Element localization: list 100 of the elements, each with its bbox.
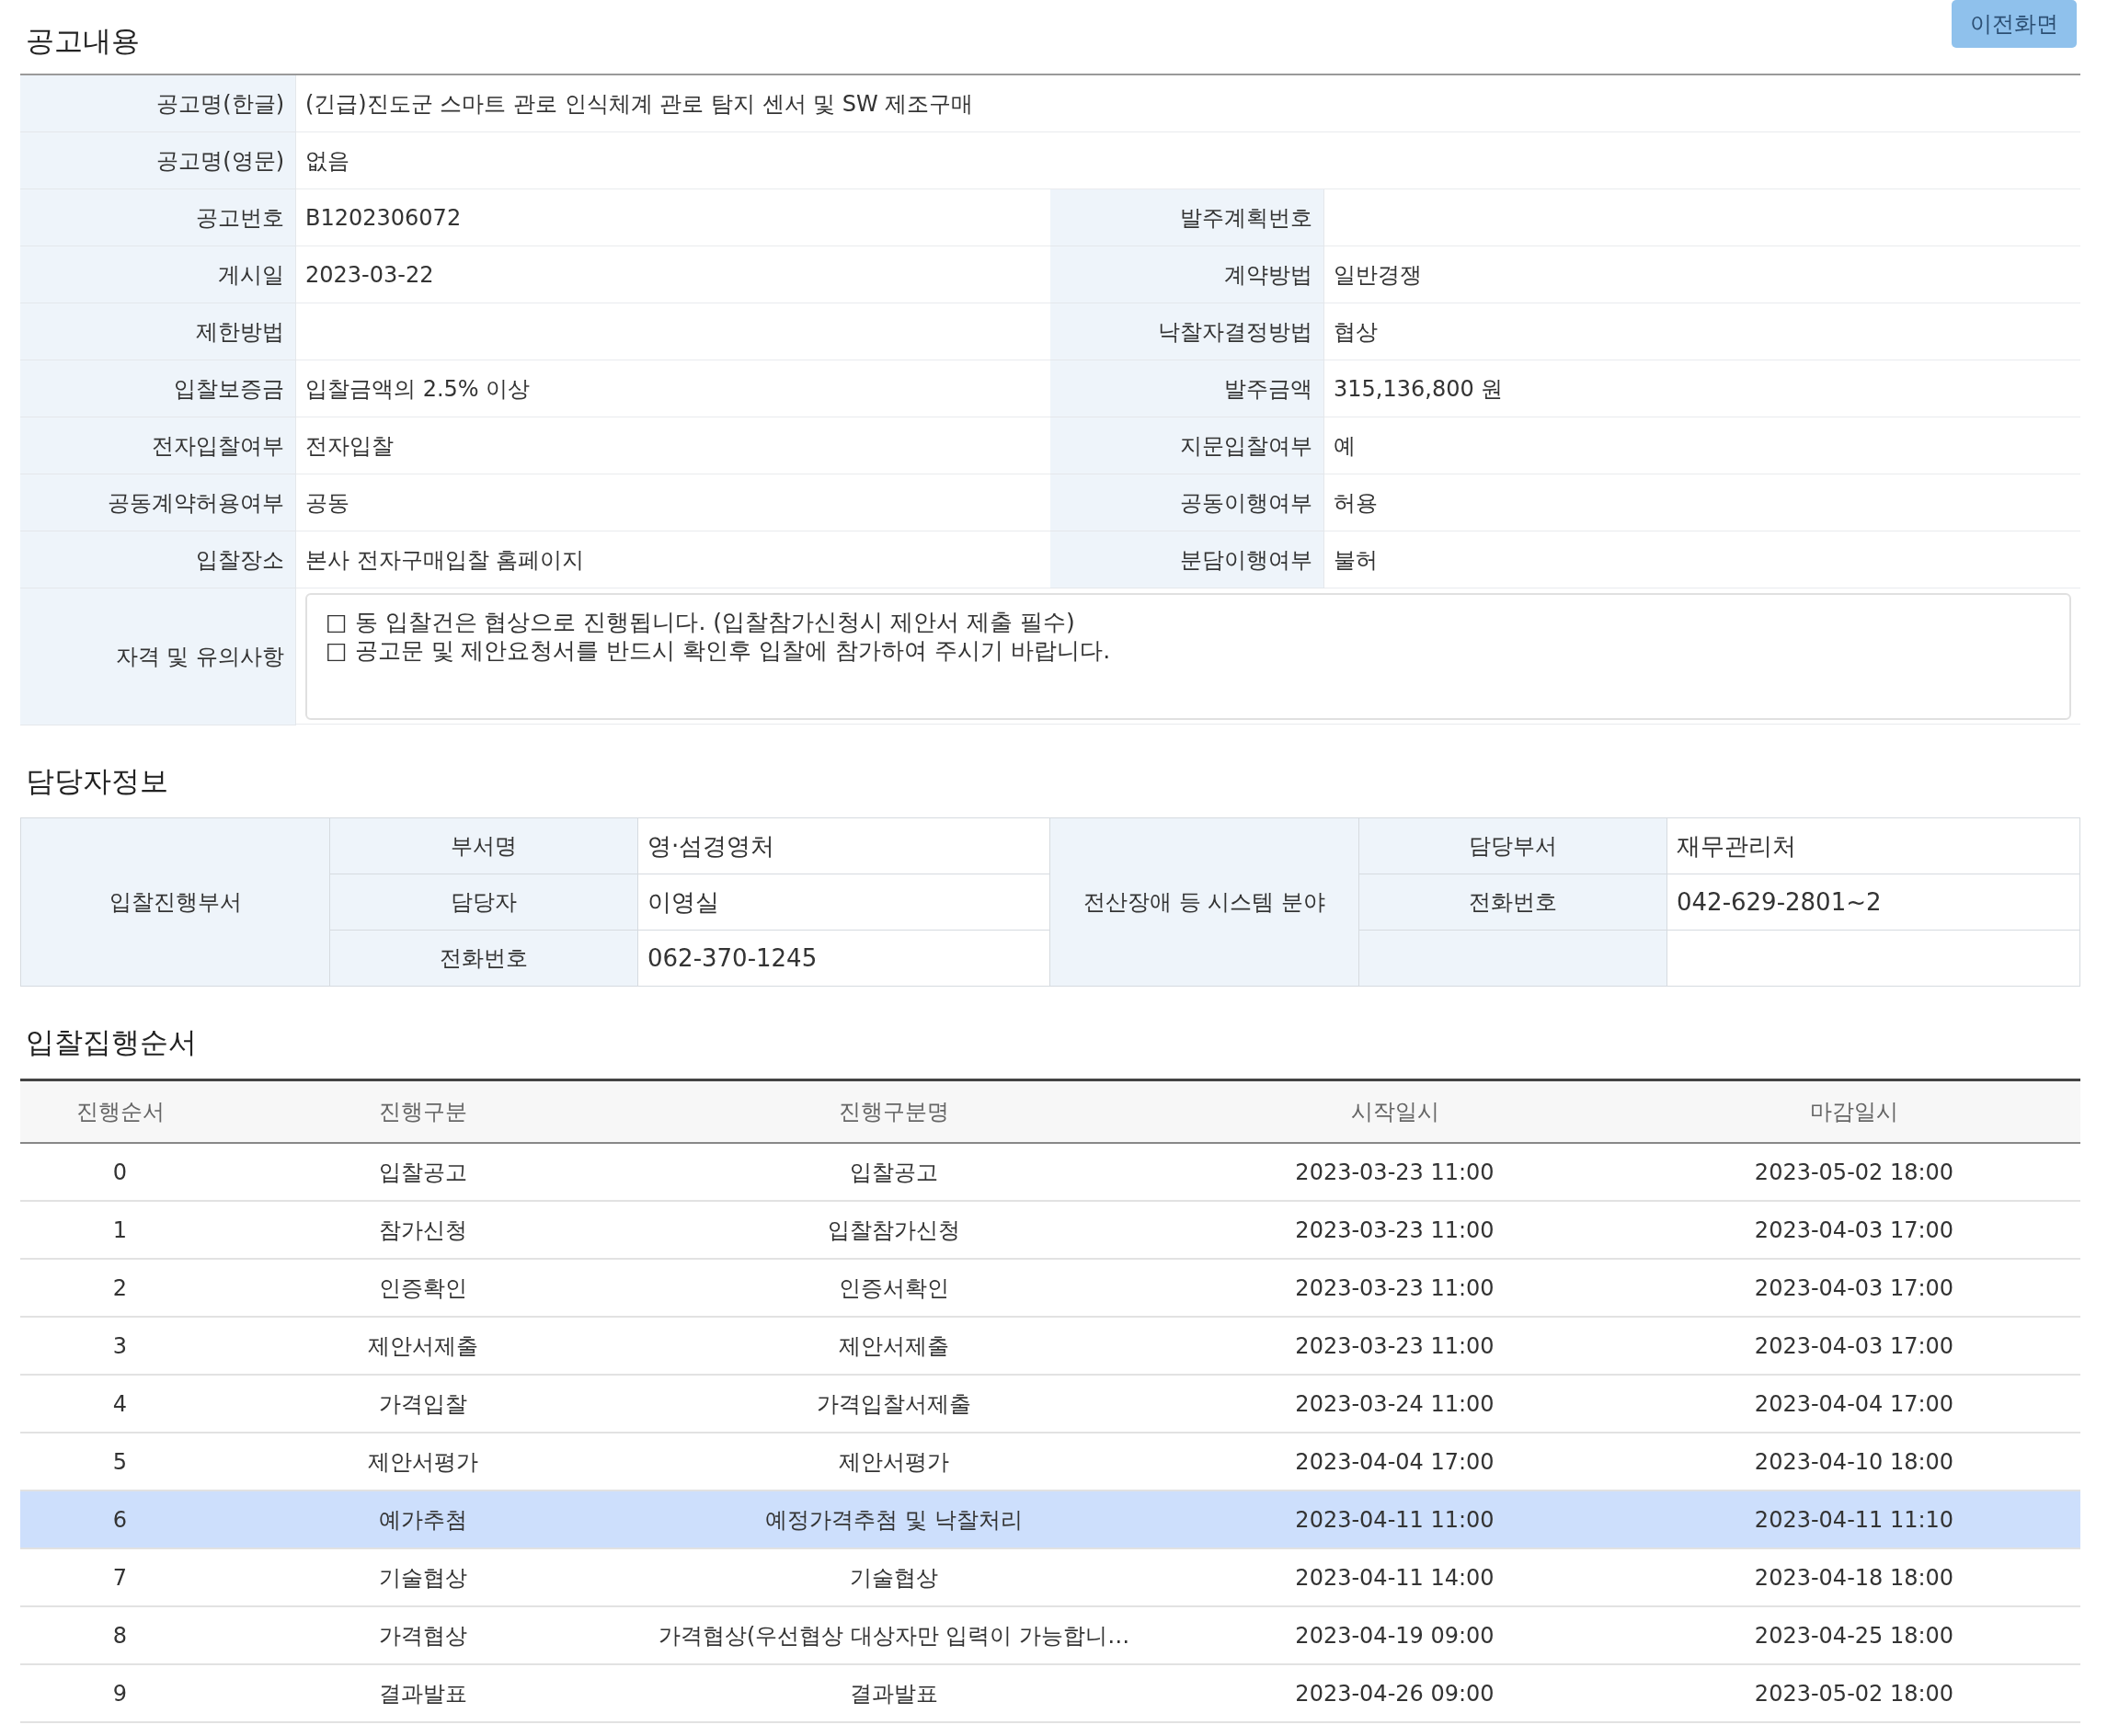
table-cell: 2023-03-23 11:00 xyxy=(1162,1317,1628,1375)
field-label: 지문입찰여부 xyxy=(1050,417,1324,474)
schedule-row[interactable]: 7 기술협상 기술협상 2023-04-11 14:00 2023-04-18 18:00 xyxy=(20,1548,2080,1606)
field-label: 입찰보증금 xyxy=(20,360,296,417)
schedule-row[interactable]: 1 참가신청 입찰참가신청 2023-03-23 11:00 2023-04-03 17:00 xyxy=(20,1201,2080,1259)
field-label: 공고명(한글) xyxy=(20,75,296,132)
schedule-row[interactable]: 8 가격협상 가격협상(우선협상 대상자만 입력이 가능합니… 2023-04-19 09:00 2023-04-25 18:00 xyxy=(20,1606,2080,1664)
schedule-row[interactable]: 0 입찰공고 입찰공고 2023-03-23 11:00 2023-05-02 18:00 xyxy=(20,1143,2080,1201)
table-cell: 4 xyxy=(20,1375,220,1433)
schedule-row[interactable]: 4 가격입찰 가격입찰서제출 2023-03-24 11:00 2023-04-04 17:00 xyxy=(20,1375,2080,1433)
field-label: 입찰장소 xyxy=(20,531,296,588)
field-value: 본사 전자구매입찰 홈페이지 xyxy=(305,545,585,575)
contact-label: 담당부서 xyxy=(1469,832,1557,861)
table-cell: 기술협상 xyxy=(626,1548,1162,1606)
table-cell: 2023-04-11 14:00 xyxy=(1162,1548,1628,1606)
table-cell: 6 xyxy=(20,1490,220,1548)
schedule-row[interactable]: 3 제안서제출 제안서제출 2023-03-23 11:00 2023-04-03 17:00 xyxy=(20,1317,2080,1375)
column-header: 진행순서 xyxy=(20,1079,220,1143)
field-value: 불허 xyxy=(1334,545,1378,575)
contact-value: 재무관리처 xyxy=(1677,830,1796,862)
field-label: 자격 및 유의사항 xyxy=(20,588,296,725)
table-cell: 가격입찰 xyxy=(220,1375,626,1433)
field-value: 315,136,800 원 xyxy=(1334,374,1504,404)
field-value: 예 xyxy=(1334,431,1356,461)
field-label: 전자입찰여부 xyxy=(20,417,296,474)
field-label: 발주계획번호 xyxy=(1050,189,1324,246)
contact-label: 담당자 xyxy=(451,888,517,917)
field-value: 허용 xyxy=(1334,488,1378,518)
table-cell: 결과발표 xyxy=(626,1664,1162,1722)
field-label: 제한방법 xyxy=(20,303,296,360)
group-label: 전산장애 등 시스템 분야 xyxy=(1083,888,1325,917)
table-cell: 기술협상 xyxy=(220,1548,626,1606)
field-label: 공동이행여부 xyxy=(1050,474,1324,531)
table-cell: 참가신청 xyxy=(220,1201,626,1259)
table-cell: 입찰공고 xyxy=(626,1143,1162,1201)
section-title: 입찰집행순서 xyxy=(25,1024,197,1060)
table-cell: 2023-05-02 18:00 xyxy=(1628,1664,2080,1722)
table-cell: 예가추첨 xyxy=(220,1490,626,1548)
contact-value: 영·섬경영처 xyxy=(647,830,775,862)
note-line: □ 동 입찰건은 협상으로 진행됩니다. (입찰참가신청시 제안서 제출 필수) xyxy=(326,607,1076,636)
field-label: 공고번호 xyxy=(20,189,296,246)
field-value: 일반경쟁 xyxy=(1334,260,1422,290)
table-cell: 2023-04-26 09:00 xyxy=(1162,1664,1628,1722)
table-cell: 가격협상(우선협상 대상자만 입력이 가능합니… xyxy=(626,1606,1162,1664)
table-cell: 가격입찰서제출 xyxy=(626,1375,1162,1433)
field-label: 공고명(영문) xyxy=(20,132,296,189)
column-header: 진행구분명 xyxy=(626,1079,1162,1143)
field-value: 협상 xyxy=(1334,317,1378,347)
table-cell: 2023-04-18 18:00 xyxy=(1628,1548,2080,1606)
schedule-row[interactable]: 2 인증확인 인증서확인 2023-03-23 11:00 2023-04-03 17:00 xyxy=(20,1259,2080,1317)
contact-value: 062-370-1245 xyxy=(647,944,818,972)
field-label: 게시일 xyxy=(20,246,296,303)
back-button[interactable]: 이전화면 xyxy=(1952,0,2077,48)
contact-value: 이영실 xyxy=(647,886,719,918)
column-header: 진행구분 xyxy=(220,1079,626,1143)
field-value: 2023-03-22 xyxy=(305,261,434,288)
note-line: □ 공고문 및 제안요청서를 반드시 확인후 입찰에 참가하여 주시기 바랍니다. xyxy=(326,635,1112,665)
table-cell: 제안서제출 xyxy=(626,1317,1162,1375)
table-cell: 2023-03-24 11:00 xyxy=(1162,1375,1628,1433)
table-cell: 9 xyxy=(20,1664,220,1722)
contact-value: 042-629-2801~2 xyxy=(1677,888,1882,916)
contact-label: 부서명 xyxy=(451,832,517,861)
table-cell: 결과발표 xyxy=(220,1664,626,1722)
table-cell: 입찰참가신청 xyxy=(626,1201,1162,1259)
table-cell: 2 xyxy=(20,1259,220,1317)
field-value: 전자입찰 xyxy=(305,431,394,461)
field-label: 공동계약허용여부 xyxy=(20,474,296,531)
table-cell: 8 xyxy=(20,1606,220,1664)
field-value: B1202306072 xyxy=(305,204,462,231)
field-value: 입찰금액의 2.5% 이상 xyxy=(305,374,531,404)
table-cell: 2023-04-11 11:10 xyxy=(1628,1490,2080,1548)
group-label: 입찰진행부서 xyxy=(109,888,242,917)
table-cell: 2023-04-25 18:00 xyxy=(1628,1606,2080,1664)
table-cell: 2023-05-02 18:00 xyxy=(1628,1143,2080,1201)
table-cell: 제안서제출 xyxy=(220,1317,626,1375)
table-cell: 2023-04-11 11:00 xyxy=(1162,1490,1628,1548)
table-cell: 2023-04-03 17:00 xyxy=(1628,1201,2080,1259)
column-header: 마감일시 xyxy=(1628,1079,2080,1143)
field-label: 분담이행여부 xyxy=(1050,531,1324,588)
table-cell: 2023-04-03 17:00 xyxy=(1628,1317,2080,1375)
field-label: 낙찰자결정방법 xyxy=(1050,303,1324,360)
table-cell: 1 xyxy=(20,1201,220,1259)
table-cell: 2023-03-23 11:00 xyxy=(1162,1143,1628,1201)
table-cell: 예정가격추첨 및 낙찰처리 xyxy=(626,1490,1162,1548)
section-title: 담당자정보 xyxy=(25,763,168,799)
contact-label: 전화번호 xyxy=(440,944,528,973)
table-cell: 0 xyxy=(20,1143,220,1201)
field-value: 없음 xyxy=(305,146,349,176)
table-cell: 2023-03-23 11:00 xyxy=(1162,1259,1628,1317)
contact-label: 전화번호 xyxy=(1469,888,1557,917)
table-cell: 2023-03-23 11:00 xyxy=(1162,1201,1628,1259)
table-cell: 7 xyxy=(20,1548,220,1606)
table-cell: 가격협상 xyxy=(220,1606,626,1664)
field-label: 계약방법 xyxy=(1050,246,1324,303)
schedule-row[interactable]: 9 결과발표 결과발표 2023-04-26 09:00 2023-05-02 18:00 xyxy=(20,1664,2080,1722)
field-label: 발주금액 xyxy=(1050,360,1324,417)
schedule-row[interactable]: 6 예가추첨 예정가격추첨 및 낙찰처리 2023-04-11 11:00 2023-04-11 11:10 xyxy=(20,1490,2080,1548)
column-header: 시작일시 xyxy=(1162,1079,1628,1143)
table-cell: 3 xyxy=(20,1317,220,1375)
table-cell: 2023-04-19 09:00 xyxy=(1162,1606,1628,1664)
